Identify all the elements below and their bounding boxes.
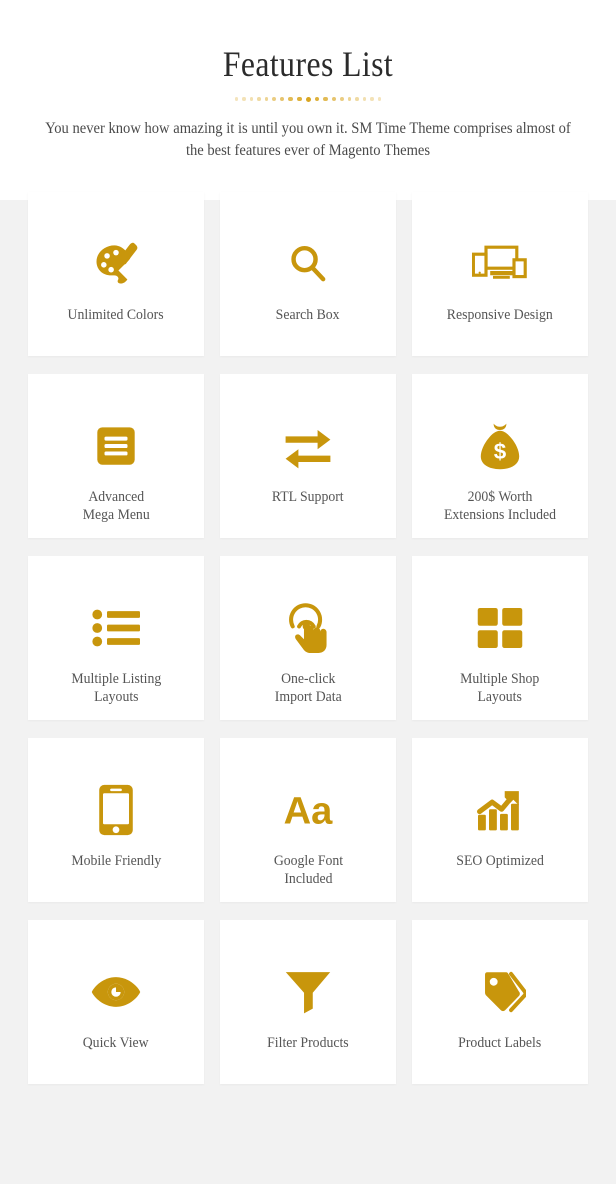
funnel-filter-icon [280,964,336,1020]
divider-dot [305,96,311,102]
money-bag-icon: $ [472,418,528,474]
divider-dot [323,96,328,102]
dot-divider [224,94,392,104]
divider-dot [377,97,382,101]
feature-card[interactable]: Responsive Design [412,192,588,356]
divider-dot [296,96,302,102]
feature-card[interactable]: Mobile Friendly [28,738,204,902]
divider-dot [331,96,336,102]
bulleted-list-icon [88,600,144,656]
divider-dot [272,97,277,101]
features-page: Features List You never know how amazing… [0,0,616,1184]
page-header: Features List You never know how amazing… [0,0,616,162]
feature-label: Search Box [276,307,340,323]
palette-icon [88,236,144,292]
feature-label: Responsive Design [447,307,553,323]
divider-dot [234,97,239,101]
feature-label: Multiple Shop Layouts [460,671,540,705]
divider-dot [347,97,352,101]
feature-label: Product Labels [458,1035,542,1051]
price-tags-icon [472,964,528,1020]
two-way-arrows-icon [280,418,336,474]
divider-dot [280,96,285,102]
svg-text:$: $ [494,439,507,464]
feature-label: Multiple Listing Layouts [71,671,161,705]
feature-card[interactable]: One-click Import Data [220,556,396,720]
feature-card[interactable]: SEO Optimized [412,738,588,902]
divider-dot [339,97,344,101]
features-grid: Unlimited Colors Search Box Responsive D… [28,192,588,1084]
hamburger-menu-icon [88,418,144,474]
mobile-phone-icon [88,782,144,838]
growth-chart-icon [472,782,528,838]
eye-icon [88,964,144,1020]
divider-dot [242,97,246,101]
font-aa-icon: Aa [280,782,336,838]
feature-label: Filter Products [267,1035,349,1051]
divider-dot [314,96,320,102]
feature-label: SEO Optimized [456,853,544,869]
feature-label: Advanced Mega Menu [82,489,150,523]
feature-card[interactable]: Quick View [28,920,204,1084]
feature-card[interactable]: Aa Google Font Included [220,738,396,902]
feature-card[interactable]: RTL Support [220,374,396,538]
feature-card[interactable]: Advanced Mega Menu [28,374,204,538]
feature-label: Quick View [83,1035,149,1051]
divider-dot [249,97,254,101]
divider-dot [288,96,293,102]
divider-dot [264,97,269,101]
search-icon [280,236,336,292]
tap-hand-icon [280,600,336,656]
page-subtitle: You never know how amazing it is until y… [45,120,571,159]
responsive-devices-icon [472,236,528,292]
divider-dot [355,97,359,101]
feature-label: RTL Support [272,489,344,505]
feature-card[interactable]: $ 200$ Worth Extensions Included [412,374,588,538]
feature-card[interactable]: Multiple Listing Layouts [28,556,204,720]
page-title: Features List [222,44,394,84]
feature-label: Unlimited Colors [67,307,165,323]
feature-label: Mobile Friendly [71,853,161,869]
divider-dot [362,97,367,101]
feature-card[interactable]: Filter Products [220,920,396,1084]
feature-label: One-click Import Data [274,671,342,705]
grid-squares-icon [472,600,528,656]
divider-dot [370,97,374,101]
feature-card[interactable]: Search Box [220,192,396,356]
feature-card[interactable]: Multiple Shop Layouts [412,556,588,720]
feature-label: 200$ Worth Extensions Included [443,489,557,523]
feature-card[interactable]: Unlimited Colors [28,192,204,356]
feature-label: Google Font Included [273,853,343,887]
feature-card[interactable]: Product Labels [412,920,588,1084]
divider-dot [257,97,261,101]
svg-text:Aa: Aa [284,791,334,833]
